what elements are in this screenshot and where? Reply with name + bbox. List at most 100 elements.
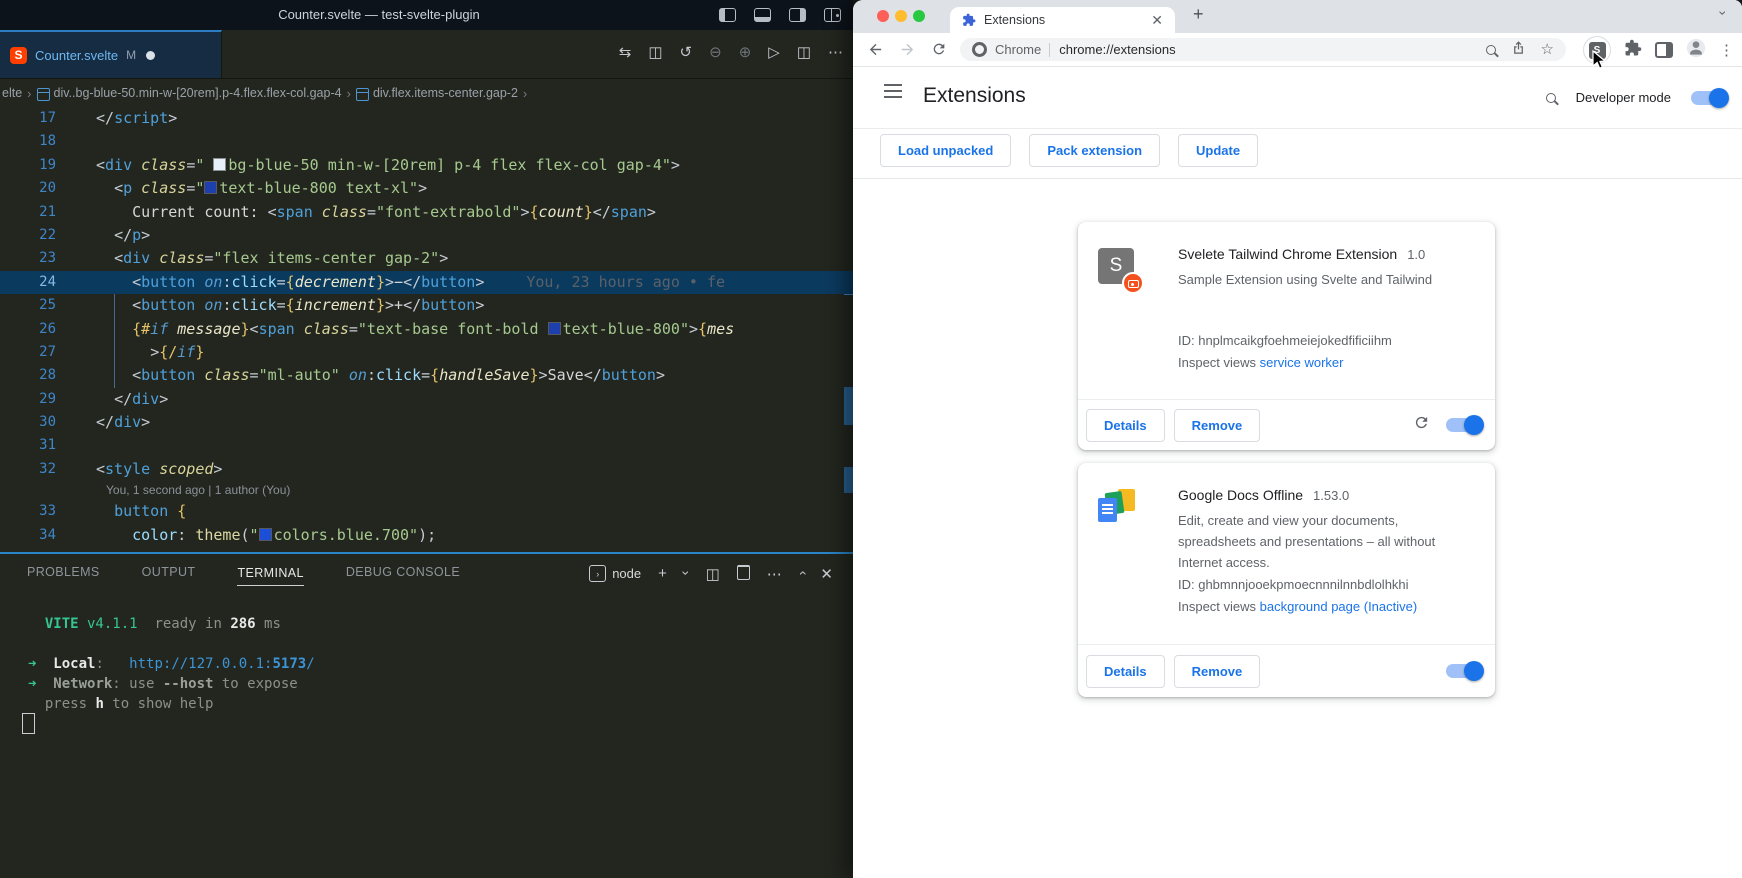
- profile-avatar[interactable]: [1686, 38, 1706, 63]
- breadcrumb-item[interactable]: div.flex.items-center.gap-2: [373, 86, 518, 100]
- open-changes-icon[interactable]: ◫: [648, 43, 662, 63]
- details-button[interactable]: Details: [1086, 409, 1165, 442]
- code-line[interactable]: 31: [0, 434, 853, 457]
- extension-enabled-toggle[interactable]: [1446, 418, 1481, 432]
- extension-id: ID: ghbmnnjooekpmoecnnnilnnbdlolhkhi: [1178, 574, 1417, 596]
- svelte-extension-toolbar-icon[interactable]: S: [1583, 36, 1611, 64]
- extension-version: 1.53.0: [1313, 488, 1349, 503]
- terminal-picker-chevron-icon[interactable]: ›: [684, 565, 689, 582]
- color-swatch-icon: [213, 158, 226, 171]
- terminal-output[interactable]: VITE v4.1.1 ready in 286 ms➜ Local: http…: [28, 614, 315, 714]
- toggle-sidebar-icon[interactable]: [719, 8, 736, 27]
- panel-tab-terminal[interactable]: TERMINAL: [237, 566, 303, 586]
- line-number: 33: [0, 500, 56, 523]
- panel-tab-output[interactable]: OUTPUT: [142, 565, 196, 581]
- line-number: 24: [0, 271, 56, 294]
- tab-counter-svelte[interactable]: S Counter.svelte M: [0, 30, 222, 78]
- details-button[interactable]: Details: [1086, 655, 1165, 688]
- remove-button[interactable]: Remove: [1174, 409, 1261, 442]
- developer-mode-toggle[interactable]: [1691, 91, 1726, 105]
- tab-extensions[interactable]: Extensions ✕: [950, 7, 1175, 33]
- toggle-panel-icon[interactable]: [754, 8, 771, 27]
- back-button[interactable]: [867, 41, 884, 63]
- hamburger-menu-icon[interactable]: [884, 84, 902, 86]
- breadcrumb[interactable]: elte›div..bg-blue-50.min-w-[20rem].p-4.f…: [0, 79, 853, 107]
- code-line[interactable]: 17</script>: [0, 107, 853, 130]
- maximize-panel-icon[interactable]: ›: [799, 565, 804, 582]
- close-window-button[interactable]: [877, 10, 889, 22]
- code-line[interactable]: 29 </div>: [0, 388, 853, 411]
- new-tab-button[interactable]: +: [1193, 4, 1204, 25]
- site-chrome-icon: [972, 42, 987, 57]
- svelte-file-icon: S: [10, 47, 27, 64]
- code-line[interactable]: 19<div class=" bg-blue-50 min-w-[20rem] …: [0, 154, 853, 177]
- code-line[interactable]: 26 {#if message}<span class="text-base f…: [0, 318, 853, 341]
- tab-search-chevron-icon[interactable]: ›: [1716, 11, 1732, 16]
- compare-changes-icon[interactable]: ⇆: [619, 43, 632, 63]
- reload-extension-icon[interactable]: [1413, 414, 1430, 436]
- update-button[interactable]: Update: [1178, 134, 1258, 167]
- search-icon[interactable]: [1546, 93, 1556, 103]
- next-change-icon[interactable]: ⊕: [739, 43, 752, 63]
- mouse-cursor: [1592, 50, 1606, 70]
- terminal-instance-node[interactable]: › node: [589, 565, 641, 582]
- unsaved-dot-icon: [146, 51, 155, 60]
- reload-button[interactable]: [931, 41, 947, 62]
- code-line[interactable]: 27 >{/if}: [0, 341, 853, 364]
- minimize-window-button[interactable]: [895, 10, 907, 22]
- code-line[interactable]: 24 <button on:click={decrement}>−</butto…: [0, 271, 853, 294]
- code-line[interactable]: 22 </p>: [0, 224, 853, 247]
- code-line[interactable]: 32<style scoped>: [0, 458, 853, 481]
- more-actions-icon[interactable]: ⋯: [828, 43, 843, 63]
- code-line[interactable]: 33 button {: [0, 500, 853, 523]
- inspect-views-line: Inspect views background page (Inactive): [1178, 596, 1417, 618]
- forward-button[interactable]: [899, 41, 916, 63]
- run-icon[interactable]: ▷: [768, 43, 780, 63]
- code-line[interactable]: 34 color: theme("colors.blue.700");: [0, 524, 853, 547]
- code-line[interactable]: 21 Current count: <span class="font-extr…: [0, 201, 853, 224]
- toggle-secondary-sidebar-icon[interactable]: [789, 8, 806, 27]
- code-line[interactable]: 20 <p class="text-blue-800 text-xl">: [0, 177, 853, 200]
- bookmark-star-icon[interactable]: ☆: [1541, 42, 1554, 57]
- inspect-views-link[interactable]: background page (Inactive): [1260, 599, 1418, 614]
- split-terminal-icon[interactable]: ◫: [706, 565, 720, 583]
- color-swatch-icon: [259, 528, 272, 541]
- panel-tab-problems[interactable]: PROBLEMS: [27, 565, 100, 581]
- kill-terminal-icon[interactable]: [737, 564, 750, 583]
- chrome-menu-icon[interactable]: ⋮: [1719, 41, 1734, 59]
- code-editor[interactable]: 17</script>1819<div class=" bg-blue-50 m…: [0, 107, 853, 552]
- extension-description: Sample Extension using Svelte and Tailwi…: [1178, 269, 1477, 290]
- extension-title: Google Docs Offline: [1178, 487, 1303, 503]
- code-line[interactable]: 28 <button class="ml-auto" on:click={han…: [0, 364, 853, 387]
- share-icon[interactable]: [1511, 40, 1526, 60]
- previous-change-icon[interactable]: ⊖: [709, 43, 722, 63]
- zoom-window-button[interactable]: [913, 10, 925, 22]
- close-panel-icon[interactable]: ✕: [820, 565, 833, 583]
- address-bar[interactable]: Chrome chrome://extensions ☆: [960, 38, 1566, 61]
- pack-extension-button[interactable]: Pack extension: [1029, 134, 1160, 167]
- side-panel-icon[interactable]: [1655, 42, 1673, 58]
- codelens-blame[interactable]: You, 1 second ago | 1 author (You): [0, 481, 853, 500]
- customize-layout-icon[interactable]: [824, 8, 841, 27]
- split-editor-icon[interactable]: ◫: [797, 43, 811, 63]
- more-icon[interactable]: ⋯: [767, 565, 782, 583]
- extension-card: SSvelete Tailwind Chrome Extension1.0Sam…: [1078, 222, 1495, 450]
- code-line[interactable]: 23 <div class="flex items-center gap-2">: [0, 247, 853, 270]
- extension-id: ID: hnplmcaikgfoehmeiejokedfificiihm: [1178, 330, 1392, 352]
- discard-icon[interactable]: ↺: [680, 43, 693, 63]
- remove-button[interactable]: Remove: [1174, 655, 1261, 688]
- line-number: 26: [0, 318, 56, 341]
- code-line[interactable]: 18: [0, 130, 853, 153]
- code-line[interactable]: 25 <button on:click={increment}>+</butto…: [0, 294, 853, 317]
- new-terminal-icon[interactable]: +: [658, 565, 667, 582]
- zoom-icon[interactable]: [1486, 45, 1496, 55]
- load-unpacked-button[interactable]: Load unpacked: [880, 134, 1011, 167]
- breadcrumb-item[interactable]: div..bg-blue-50.min-w-[20rem].p-4.flex.f…: [54, 86, 342, 100]
- code-line[interactable]: 30</div>: [0, 411, 853, 434]
- tab-close-icon[interactable]: ✕: [1151, 12, 1163, 29]
- breadcrumb-item[interactable]: elte: [2, 86, 22, 100]
- extension-enabled-toggle[interactable]: [1446, 664, 1481, 678]
- panel-tab-debug-console[interactable]: DEBUG CONSOLE: [346, 565, 460, 581]
- inspect-views-link[interactable]: service worker: [1260, 355, 1344, 370]
- extensions-puzzle-icon[interactable]: [1624, 39, 1642, 62]
